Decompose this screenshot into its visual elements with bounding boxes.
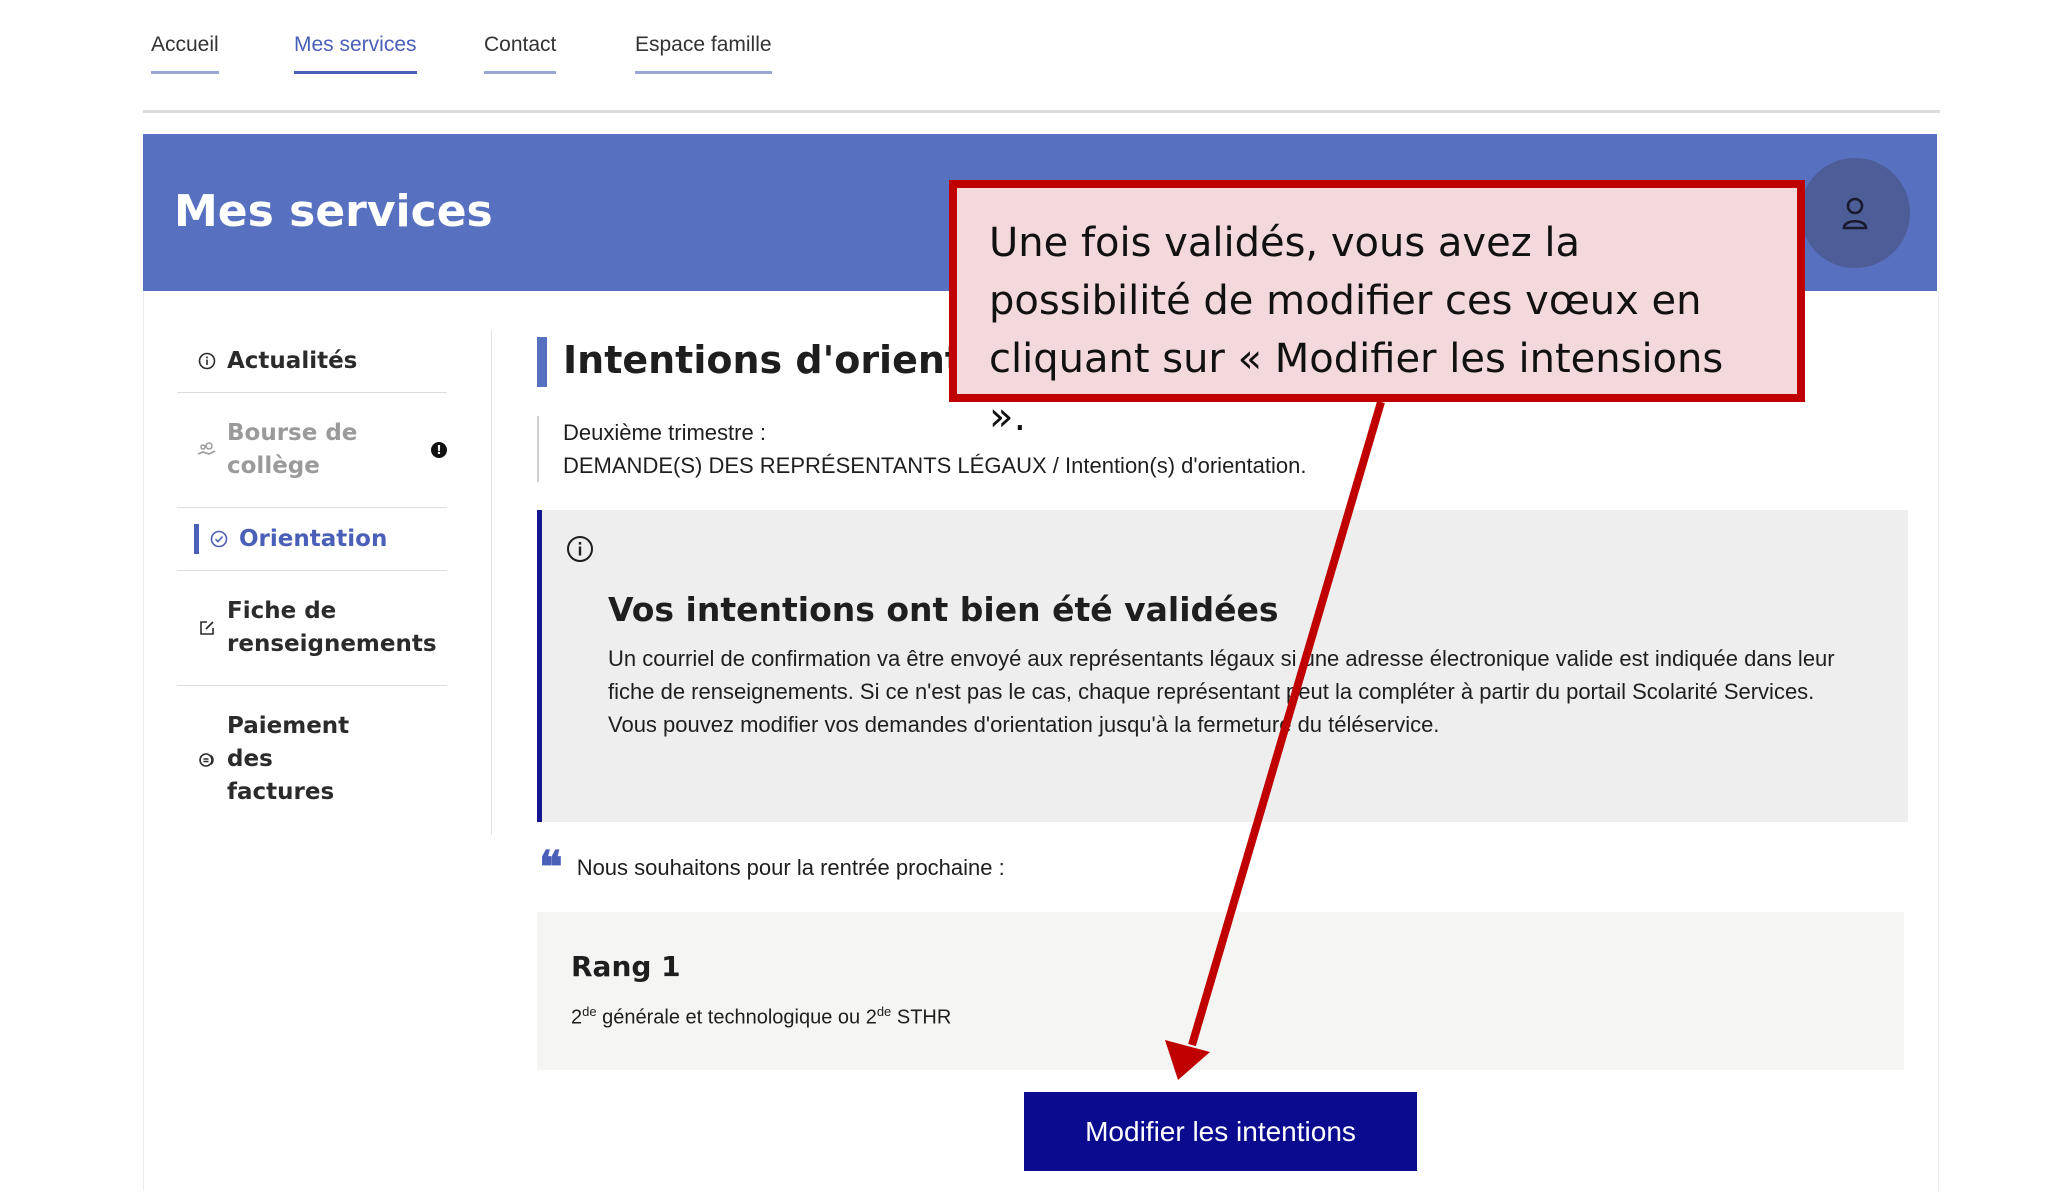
sidebar-item-label: Paiement des factures xyxy=(227,713,350,805)
modify-intentions-button[interactable]: Modifier les intentions xyxy=(1024,1092,1417,1171)
wish-intro: ❝ Nous souhaitons pour la rentrée procha… xyxy=(539,846,1005,890)
quote-icon: ❝ xyxy=(539,842,563,893)
alert-title: Vos intentions ont bien été validées xyxy=(608,590,1279,629)
sidebar-item-paiement-factures[interactable]: Paiement des factures xyxy=(177,686,447,833)
user-icon xyxy=(1842,197,1868,230)
nav-link-contact[interactable]: Contact xyxy=(484,33,557,74)
sidebar-item-label: Orientation xyxy=(239,526,388,552)
rank-choice: 2de générale et technologique ou 2de STH… xyxy=(571,1004,952,1029)
sidebar-item-label: Bourse de collège xyxy=(227,420,358,479)
coins-icon xyxy=(197,751,217,769)
nav-link-mes-services[interactable]: Mes services xyxy=(294,33,417,74)
nav-divider xyxy=(143,110,1940,113)
rank-card: Rang 1 2de générale et technologique ou … xyxy=(537,912,1904,1070)
section-title-marker xyxy=(537,337,547,387)
alert-paragraph: Vous pouvez modifier vos demandes d'orie… xyxy=(608,712,1440,737)
context-info: Deuxième trimestre : DEMANDE(S) DES REPR… xyxy=(537,416,1306,482)
top-navigation: Accueil Mes services Contact Espace fami… xyxy=(0,0,2068,120)
wish-intro-text: Nous souhaitons pour la rentrée prochain… xyxy=(576,855,1005,880)
user-avatar-button[interactable] xyxy=(1800,158,1910,268)
alert-paragraph: Un courriel de confirmation va être envo… xyxy=(608,646,1835,704)
edit-icon xyxy=(197,619,217,637)
info-icon xyxy=(566,535,594,568)
annotation-callout: Une fois validés, vous avez la possibili… xyxy=(949,180,1805,440)
nav-link-accueil[interactable]: Accueil xyxy=(151,33,219,74)
sidebar-item-label: Fiche de renseignements xyxy=(227,598,437,657)
success-alert: Vos intentions ont bien été validées Un … xyxy=(537,510,1908,822)
sidebar-item-actualites[interactable]: Actualités xyxy=(177,330,447,393)
trimester-label: Deuxième trimestre : xyxy=(563,420,766,445)
info-icon xyxy=(197,352,217,370)
sidebar-item-bourse-college[interactable]: Bourse de collège ! xyxy=(177,393,447,508)
breadcrumb: DEMANDE(S) DES REPRÉSENTANTS LÉGAUX / In… xyxy=(563,453,1307,478)
nav-link-espace-famille[interactable]: Espace famille xyxy=(635,33,772,74)
sidebar-item-label: Actualités xyxy=(227,348,358,374)
sidebar-menu: Actualités Bourse de collège ! Orientati… xyxy=(177,330,447,833)
rank-title: Rang 1 xyxy=(571,950,681,983)
check-circle-icon xyxy=(209,530,229,548)
sidebar-divider xyxy=(491,330,492,835)
sidebar-item-fiche-renseignements[interactable]: Fiche de renseignements xyxy=(177,571,447,686)
page-title: Mes services xyxy=(174,186,493,237)
alert-body: Un courriel de confirmation va être envo… xyxy=(608,642,1868,741)
hand-coins-icon xyxy=(197,441,217,459)
alert-badge: ! xyxy=(431,442,447,458)
sidebar-item-orientation[interactable]: Orientation xyxy=(177,508,447,571)
